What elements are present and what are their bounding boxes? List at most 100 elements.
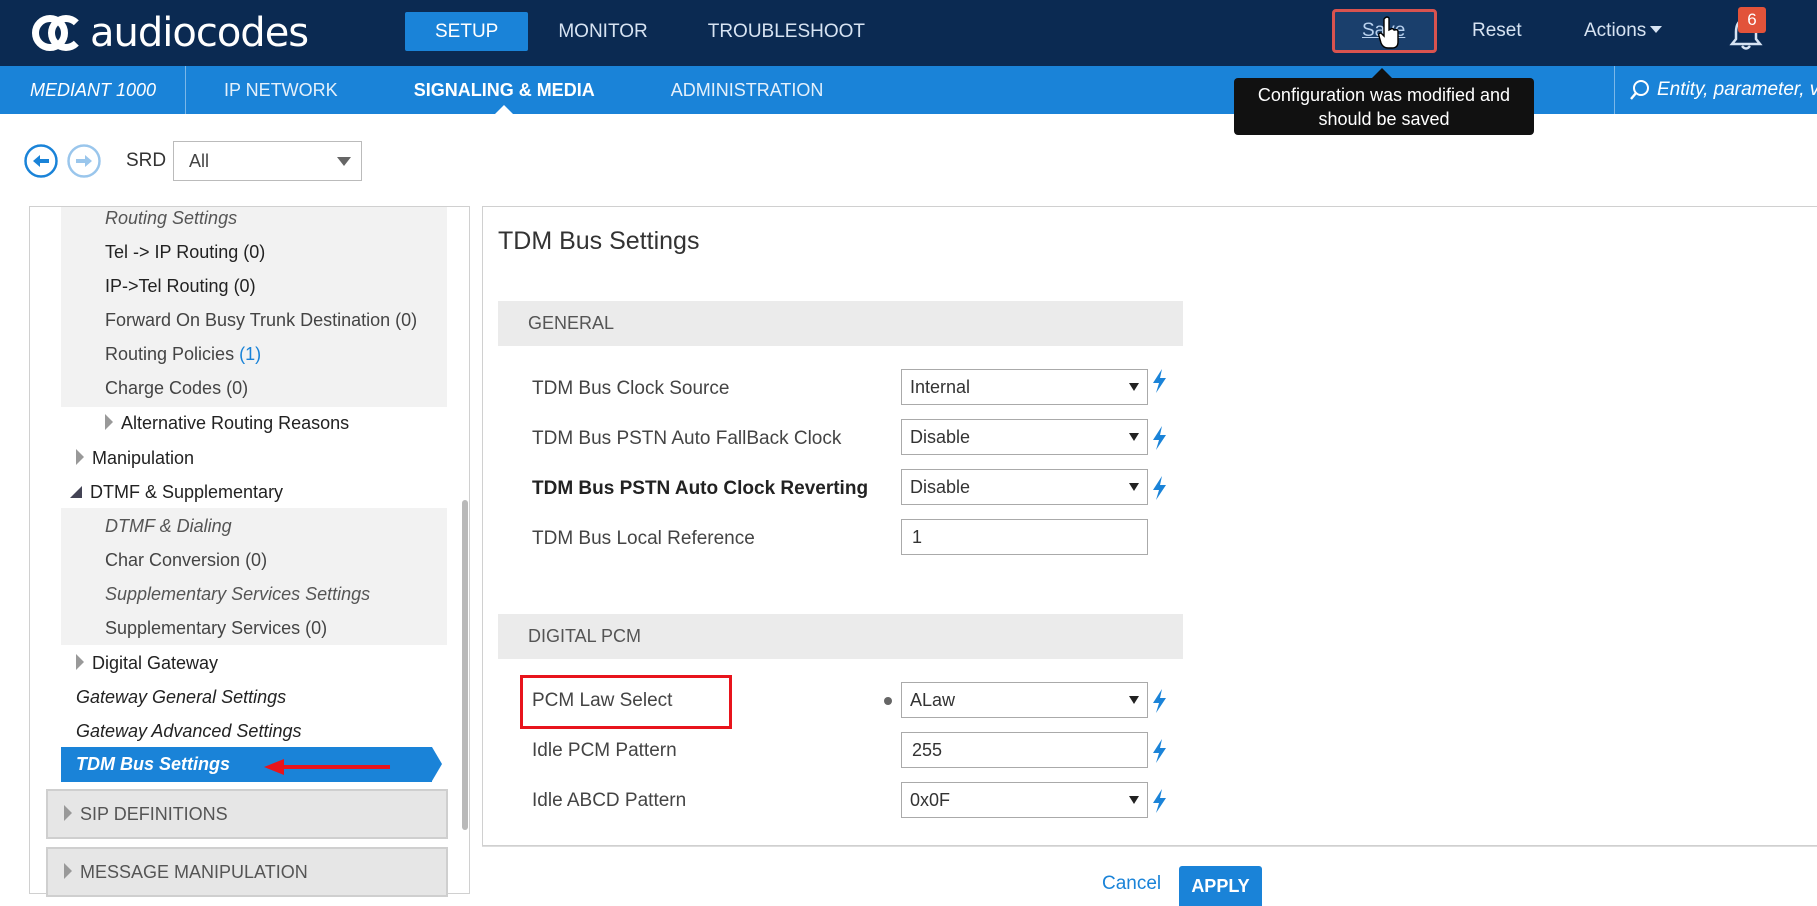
tree-item-alternative-routing-reasons[interactable]: Alternative Routing Reasons (105, 413, 349, 434)
chevron-down-icon (1129, 483, 1139, 491)
tree-item-supplementary-services-settings[interactable]: Supplementary Services Settings (105, 584, 370, 605)
actions-menu[interactable]: Actions (1584, 20, 1663, 42)
idle-pcm-pattern-input[interactable]: 255 (901, 732, 1148, 768)
tree-item-char-conversion[interactable]: Char Conversion (0) (105, 550, 267, 571)
logo-mark-icon (32, 11, 84, 55)
section-label: SIP DEFINITIONS (80, 804, 228, 824)
sub-nav-signaling-media[interactable]: SIGNALING & MEDIA (376, 66, 633, 114)
sub-nav: IP NETWORK SIGNALING & MEDIA ADMINISTRAT… (186, 66, 861, 114)
logo-text: audiocodes (90, 10, 309, 56)
audiocodes-logo[interactable]: audiocodes (32, 10, 309, 56)
page-title: TDM Bus Settings (498, 227, 700, 255)
auto-clock-reverting-select[interactable]: Disable (901, 469, 1148, 505)
top-nav-setup[interactable]: SETUP (405, 12, 529, 51)
forward-arrow-icon[interactable] (67, 144, 101, 178)
lightning-bolt-icon (1153, 789, 1166, 813)
tree-item-dtmf-dialing[interactable]: DTMF & Dialing (105, 516, 232, 537)
tree-item-dtmf-supplementary[interactable]: DTMF & Supplementary (70, 482, 283, 503)
chevron-down-icon (1129, 696, 1139, 704)
tree-item-routing-policies[interactable]: Routing Policies (1) (105, 344, 261, 365)
auto-fallback-clock-select[interactable]: Disable (901, 419, 1148, 455)
expand-icon (64, 805, 72, 821)
tree-item-label: Routing Policies (105, 344, 235, 364)
field-label-auto-fallback-clock: TDM Bus PSTN Auto FallBack Clock (532, 428, 842, 449)
field-label-clock-source: TDM Bus Clock Source (532, 378, 730, 399)
lightning-bolt-icon (1153, 739, 1166, 763)
tree-section-sip-definitions[interactable]: SIP DEFINITIONS (46, 789, 448, 839)
red-annotation-arrow (264, 759, 390, 775)
tree-item-gateway-general-settings[interactable]: Gateway General Settings (76, 687, 286, 708)
collapse-icon[interactable] (70, 486, 82, 498)
tree-item-gateway-advanced-settings[interactable]: Gateway Advanced Settings (76, 721, 301, 742)
tree-group-background (61, 207, 447, 407)
lightning-bolt-icon (1153, 476, 1166, 500)
sub-nav-administration[interactable]: ADMINISTRATION (633, 66, 862, 114)
lightning-bolt-icon (1153, 689, 1166, 713)
tooltip-line-1: Configuration was modified and (1257, 85, 1511, 105)
srd-select[interactable]: All (173, 141, 362, 181)
select-value: ALaw (910, 690, 956, 710)
expand-icon[interactable] (105, 414, 113, 430)
reset-button[interactable]: Reset (1472, 20, 1522, 42)
select-value: Internal (910, 377, 971, 397)
tree-item-manipulation[interactable]: Manipulation (76, 448, 194, 469)
top-nav-troubleshoot[interactable]: TROUBLESHOOT (678, 12, 895, 51)
expand-icon[interactable] (76, 449, 84, 465)
search-icon (1630, 80, 1649, 100)
search-placeholder: Entity, parameter, value (1657, 79, 1817, 100)
tree-item-label: Manipulation (92, 448, 195, 468)
apply-button[interactable]: APPLY (1179, 866, 1262, 906)
field-label-auto-clock-reverting: TDM Bus PSTN Auto Clock Reverting (532, 478, 869, 499)
modified-indicator (884, 697, 892, 705)
cancel-button[interactable]: Cancel (1102, 873, 1161, 895)
device-name: MEDIANT 1000 (0, 66, 186, 114)
field-label-local-reference: TDM Bus Local Reference (532, 528, 755, 549)
lightning-bolt-icon (1153, 426, 1166, 450)
group-header-digital-pcm: DIGITAL PCM (498, 614, 1183, 659)
chevron-down-icon (1129, 433, 1139, 441)
field-label-pcm-law-select: PCM Law Select (532, 690, 673, 711)
chevron-down-icon (1129, 796, 1139, 804)
tooltip-line-2: should be saved (1318, 109, 1450, 129)
field-label-idle-pcm-pattern: Idle PCM Pattern (532, 740, 677, 761)
unsaved-changes-tooltip: Configuration was modified and should be… (1234, 68, 1534, 135)
tree-item-tdm-bus-settings-label: TDM Bus Settings (76, 754, 231, 774)
select-value: Disable (910, 427, 971, 447)
top-nav: SETUP MONITOR TROUBLESHOOT (405, 12, 895, 51)
tree-scrollbar[interactable] (462, 500, 468, 830)
sub-nav-bar: MEDIANT 1000 IP NETWORK SIGNALING & MEDI… (0, 66, 1817, 114)
tree-item-digital-gateway[interactable]: Digital Gateway (76, 653, 218, 674)
chevron-down-icon (1129, 383, 1139, 391)
top-bar: audiocodes SETUP MONITOR TROUBLESHOOT (0, 0, 1817, 66)
back-arrow-icon[interactable] (24, 144, 58, 178)
caret-down-icon (1650, 26, 1663, 33)
expand-icon[interactable] (76, 654, 84, 670)
srd-label: SRD (126, 150, 167, 171)
tree-item-count: (1) (239, 344, 262, 364)
select-value: Disable (910, 477, 971, 497)
tree-item-label: DTMF & Supplementary (90, 482, 284, 502)
local-reference-input[interactable]: 1 (901, 519, 1148, 555)
tree-section-message-manipulation[interactable]: MESSAGE MANIPULATION (46, 847, 448, 897)
sub-nav-ip-network[interactable]: IP NETWORK (186, 66, 376, 114)
field-label-idle-abcd-pattern: Idle ABCD Pattern (532, 790, 687, 811)
group-header-general: GENERAL (498, 301, 1183, 346)
tree-item-routing-settings[interactable]: Routing Settings (105, 208, 237, 229)
tree-item-ip-tel-routing[interactable]: IP->Tel Routing (0) (105, 276, 256, 297)
section-label: MESSAGE MANIPULATION (80, 862, 308, 882)
tree-item-supplementary-services[interactable]: Supplementary Services (0) (105, 618, 327, 639)
top-nav-monitor[interactable]: MONITOR (528, 12, 677, 51)
tree-item-charge-codes[interactable]: Charge Codes (0) (105, 378, 248, 399)
clock-source-select[interactable]: Internal (901, 369, 1148, 405)
tree-item-forward-on-busy[interactable]: Forward On Busy Trunk Destination (0) (105, 310, 417, 331)
notification-badge: 6 (1738, 7, 1766, 33)
tree-item-label: Digital Gateway (92, 653, 219, 673)
idle-abcd-pattern-select[interactable]: 0x0F (901, 782, 1148, 818)
select-value: 0x0F (910, 790, 951, 810)
hand-cursor-icon (1378, 16, 1399, 49)
pcm-law-select[interactable]: ALaw (901, 682, 1148, 718)
expand-icon (64, 863, 72, 879)
lightning-bolt-icon (1153, 369, 1166, 393)
search-input[interactable]: Entity, parameter, value (1614, 66, 1817, 114)
tree-item-tel-ip-routing[interactable]: Tel -> IP Routing (0) (105, 242, 265, 263)
